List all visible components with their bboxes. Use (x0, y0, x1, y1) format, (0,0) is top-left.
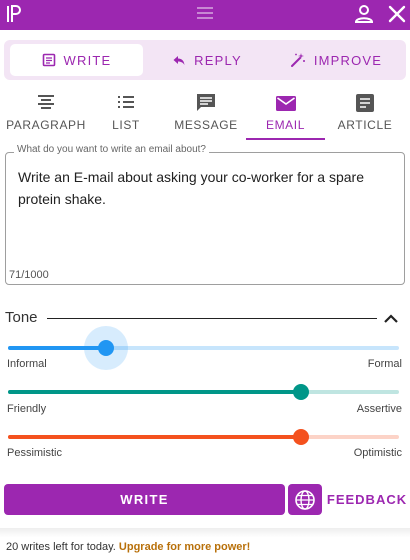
slider-thumb[interactable] (293, 429, 310, 445)
title-bar (0, 0, 410, 30)
mode-improve-button[interactable]: IMPROVE (272, 44, 400, 76)
tone-heading: Tone (5, 309, 38, 326)
character-counter: 71/1000 (9, 269, 49, 281)
slider-min-label: Informal (7, 358, 47, 370)
slider-thumb[interactable] (97, 340, 114, 356)
mode-write-button[interactable]: WRITE (10, 44, 143, 76)
close-icon (388, 5, 406, 23)
list-icon (118, 96, 134, 108)
tab-message[interactable]: MESSAGE (168, 92, 244, 140)
p-logo-icon (6, 4, 22, 24)
account-icon (354, 5, 374, 23)
tone-collapse-button[interactable] (381, 310, 401, 328)
feedback-button[interactable]: FEEDBACK (327, 484, 406, 515)
active-tab-indicator (246, 138, 325, 140)
usage-footer: 20 writes left for today. Upgrade for mo… (6, 541, 250, 553)
email-icon (275, 96, 296, 111)
message-icon (197, 94, 215, 111)
mode-label: WRITE (63, 52, 112, 68)
writes-remaining-text: 20 writes left for today. (6, 541, 116, 553)
prompt-label: What do you want to write an email about… (14, 144, 209, 155)
article-icon (356, 94, 374, 112)
globe-icon (295, 489, 315, 510)
tab-label: PARAGRAPH (6, 118, 86, 132)
tab-label: EMAIL (265, 118, 305, 132)
tab-label: MESSAGE (174, 118, 238, 132)
tab-list[interactable]: LIST (98, 92, 154, 140)
document-icon (42, 53, 55, 67)
drag-handle-icon[interactable] (197, 7, 213, 19)
mode-label: REPLY (194, 52, 242, 68)
reply-icon (173, 56, 185, 65)
tab-paragraph[interactable]: PARAGRAPH (6, 92, 86, 140)
slider-min-label: Pessimistic (7, 447, 63, 459)
prompt-value[interactable]: Write an E-mail about asking your co-wor… (18, 166, 388, 210)
tab-email[interactable]: EMAIL (246, 92, 325, 140)
slider-min-label: Friendly (7, 403, 47, 415)
slider-max-label: Optimistic (353, 447, 402, 459)
language-button[interactable] (288, 484, 322, 515)
upgrade-link[interactable]: Upgrade for more power! (119, 541, 250, 553)
mode-selector: WRITE REPLY IMPROVE (4, 40, 406, 80)
align-center-icon (38, 95, 54, 109)
slider-max-label: Assertive (356, 403, 402, 415)
slider-fill (8, 390, 302, 394)
account-button[interactable] (352, 3, 376, 25)
slider-fill (8, 435, 302, 439)
mode-label: IMPROVE (313, 52, 383, 68)
chevron-up-icon (384, 314, 398, 323)
close-button[interactable] (385, 3, 409, 25)
tone-divider (47, 318, 377, 319)
write-button[interactable]: WRITE (4, 484, 285, 515)
tab-label: ARTICLE (337, 118, 393, 132)
tab-article[interactable]: ARTICLE (330, 92, 400, 140)
slider-max-label: Formal (367, 358, 402, 370)
slider-thumb[interactable] (293, 384, 310, 400)
mode-reply-button[interactable]: REPLY (144, 44, 270, 76)
tab-label: LIST (112, 118, 140, 132)
magic-wand-icon (290, 53, 305, 67)
